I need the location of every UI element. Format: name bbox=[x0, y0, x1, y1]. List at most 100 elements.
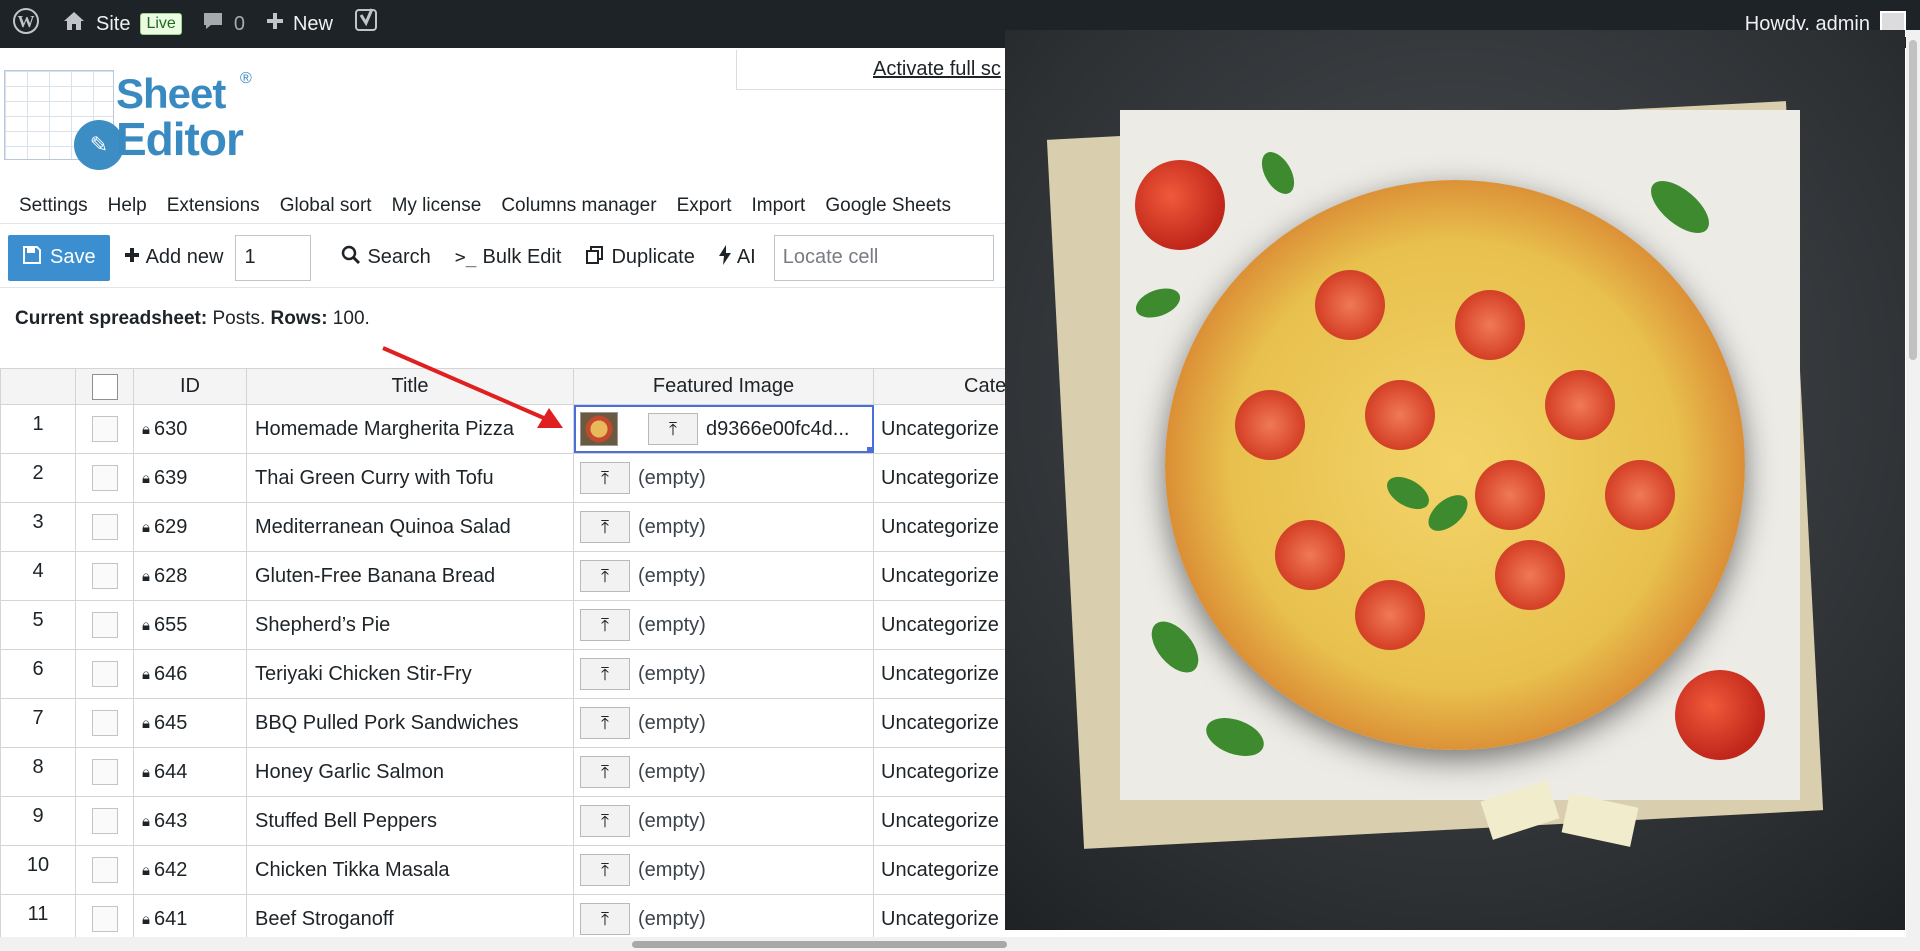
id-cell[interactable]: 🔒︎ 639 bbox=[134, 454, 247, 502]
row-select-cell[interactable] bbox=[76, 748, 134, 796]
locate-cell-input[interactable]: Locate cell bbox=[773, 234, 994, 281]
title-cell[interactable]: Thai Green Curry with Tofu bbox=[247, 454, 574, 502]
save-button[interactable]: Save bbox=[8, 234, 110, 281]
upload-button[interactable]: ⤒ bbox=[580, 609, 630, 641]
row-select-cell[interactable] bbox=[76, 552, 134, 600]
featured-image-cell[interactable]: ⤒ (empty) bbox=[574, 454, 874, 502]
add-new-count-input[interactable]: 1 bbox=[235, 234, 312, 281]
row-checkbox[interactable] bbox=[91, 808, 118, 834]
yoast-button[interactable] bbox=[343, 0, 389, 48]
upload-button[interactable]: ⤒ bbox=[580, 854, 630, 886]
id-cell[interactable]: 🔒︎ 641 bbox=[134, 895, 247, 943]
row-checkbox[interactable] bbox=[91, 661, 118, 687]
row-select-cell[interactable] bbox=[76, 797, 134, 845]
header-id[interactable]: ID bbox=[134, 369, 247, 404]
row-select-cell[interactable] bbox=[76, 601, 134, 649]
title-cell[interactable]: Chicken Tikka Masala bbox=[247, 846, 574, 894]
title-cell[interactable]: Gluten-Free Banana Bread bbox=[247, 552, 574, 600]
row-select-cell[interactable] bbox=[76, 846, 134, 894]
category-cell[interactable]: Uncategorize bbox=[874, 748, 1005, 796]
category-cell[interactable]: Uncategorize bbox=[874, 895, 1005, 943]
selection-fill-handle[interactable] bbox=[867, 447, 873, 453]
category-cell[interactable]: Uncategorize bbox=[874, 797, 1005, 845]
category-cell[interactable]: Uncategorize bbox=[874, 454, 1005, 502]
pizza-thumbnail[interactable] bbox=[580, 412, 618, 446]
add-new-button[interactable]: Add new bbox=[110, 246, 236, 269]
id-cell[interactable]: 🔒︎ 629 bbox=[134, 503, 247, 551]
row-checkbox[interactable] bbox=[91, 416, 118, 442]
title-cell[interactable]: Honey Garlic Salmon bbox=[247, 748, 574, 796]
upload-button[interactable]: ⤒ bbox=[580, 756, 630, 788]
row-select-cell[interactable] bbox=[76, 895, 134, 943]
row-select-cell[interactable] bbox=[76, 650, 134, 698]
menu-global-sort[interactable]: Global sort bbox=[270, 195, 382, 217]
title-cell[interactable]: BBQ Pulled Pork Sandwiches bbox=[247, 699, 574, 747]
header-category[interactable]: Catego bbox=[874, 369, 1005, 404]
vertical-scrollbar[interactable] bbox=[1906, 30, 1920, 940]
category-cell[interactable]: Uncategorize bbox=[874, 846, 1005, 894]
id-cell[interactable]: 🔒︎ 642 bbox=[134, 846, 247, 894]
id-cell[interactable]: 🔒︎ 628 bbox=[134, 552, 247, 600]
upload-button[interactable]: ⤒ bbox=[648, 413, 698, 445]
row-checkbox[interactable] bbox=[91, 563, 118, 589]
menu-settings[interactable]: Settings bbox=[0, 195, 98, 217]
title-cell[interactable]: Beef Stroganoff bbox=[247, 895, 574, 943]
row-checkbox[interactable] bbox=[91, 906, 118, 932]
vertical-scroll-thumb[interactable] bbox=[1909, 40, 1917, 360]
title-cell[interactable]: Mediterranean Quinoa Salad bbox=[247, 503, 574, 551]
upload-button[interactable]: ⤒ bbox=[580, 462, 630, 494]
activate-link[interactable]: Activate full sc bbox=[873, 58, 1001, 81]
row-checkbox[interactable] bbox=[91, 514, 118, 540]
row-checkbox[interactable] bbox=[91, 759, 118, 785]
category-cell[interactable]: Uncategorize bbox=[874, 405, 1005, 453]
menu-import[interactable]: Import bbox=[741, 195, 815, 217]
row-select-cell[interactable] bbox=[76, 699, 134, 747]
horizontal-scroll-thumb[interactable] bbox=[632, 941, 1007, 948]
row-select-cell[interactable] bbox=[76, 405, 134, 453]
row-checkbox[interactable] bbox=[91, 710, 118, 736]
featured-image-cell[interactable]: ⤒ (empty) bbox=[574, 797, 874, 845]
category-cell[interactable]: Uncategorize bbox=[874, 699, 1005, 747]
header-featured-image[interactable]: Featured Image bbox=[574, 369, 874, 404]
featured-image-cell[interactable]: ⤒ (empty) bbox=[574, 748, 874, 796]
site-menu[interactable]: Site Live bbox=[52, 0, 192, 48]
select-all-checkbox[interactable] bbox=[91, 373, 118, 400]
id-cell[interactable]: 🔒︎ 643 bbox=[134, 797, 247, 845]
category-cell[interactable]: Uncategorize bbox=[874, 503, 1005, 551]
row-select-cell[interactable] bbox=[76, 503, 134, 551]
ai-button[interactable]: AI bbox=[707, 244, 768, 271]
upload-button[interactable]: ⤒ bbox=[580, 805, 630, 837]
menu-help[interactable]: Help bbox=[98, 195, 157, 217]
featured-image-cell[interactable]: ⤒ (empty) bbox=[574, 699, 874, 747]
featured-image-cell[interactable]: ⤒ (empty) bbox=[574, 503, 874, 551]
row-checkbox[interactable] bbox=[91, 612, 118, 638]
row-select-cell[interactable] bbox=[76, 454, 134, 502]
upload-button[interactable]: ⤒ bbox=[580, 903, 630, 935]
category-cell[interactable]: Uncategorize bbox=[874, 601, 1005, 649]
duplicate-button[interactable]: Duplicate bbox=[573, 245, 706, 271]
bulk-edit-button[interactable]: >_ Bulk Edit bbox=[443, 246, 574, 269]
category-cell[interactable]: Uncategorize bbox=[874, 552, 1005, 600]
comments-button[interactable]: 0 bbox=[192, 0, 255, 48]
featured-image-cell[interactable]: ⤒ (empty) bbox=[574, 846, 874, 894]
id-cell[interactable]: 🔒︎ 646 bbox=[134, 650, 247, 698]
upload-button[interactable]: ⤒ bbox=[580, 707, 630, 739]
menu-extensions[interactable]: Extensions bbox=[157, 195, 270, 217]
featured-image-cell[interactable]: ⤒ d9366e00fc4d... bbox=[574, 405, 874, 453]
wordpress-logo-button[interactable]: W bbox=[0, 0, 52, 48]
search-button[interactable]: Search bbox=[329, 245, 442, 271]
horizontal-scrollbar[interactable] bbox=[0, 937, 1920, 951]
menu-export[interactable]: Export bbox=[667, 195, 742, 217]
id-cell[interactable]: 🔒︎ 645 bbox=[134, 699, 247, 747]
row-checkbox[interactable] bbox=[91, 465, 118, 491]
menu-my-license[interactable]: My license bbox=[382, 195, 492, 217]
featured-image-cell[interactable]: ⤒ (empty) bbox=[574, 895, 874, 943]
title-cell[interactable]: Stuffed Bell Peppers bbox=[247, 797, 574, 845]
upload-button[interactable]: ⤒ bbox=[580, 658, 630, 690]
title-cell[interactable]: Shepherd’s Pie bbox=[247, 601, 574, 649]
featured-image-cell[interactable]: ⤒ (empty) bbox=[574, 552, 874, 600]
upload-button[interactable]: ⤒ bbox=[580, 560, 630, 592]
id-cell[interactable]: 🔒︎ 644 bbox=[134, 748, 247, 796]
menu-google-sheets[interactable]: Google Sheets bbox=[815, 195, 961, 217]
id-cell[interactable]: 🔒︎ 655 bbox=[134, 601, 247, 649]
